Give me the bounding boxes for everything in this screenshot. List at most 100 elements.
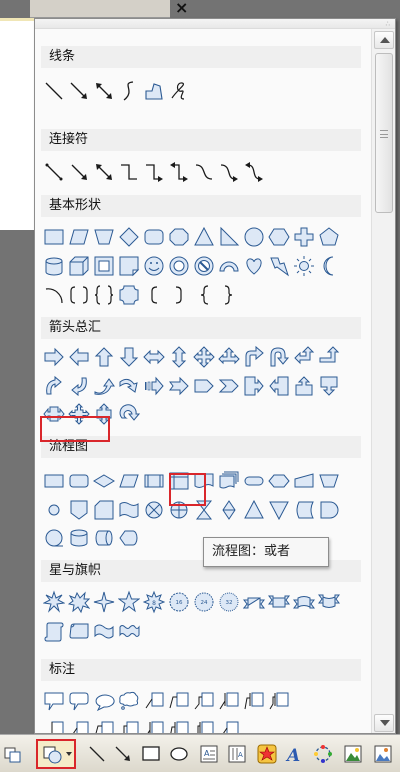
gallery-scrollbar[interactable]	[371, 29, 395, 733]
flowchart-direct-access-storage-icon[interactable]	[93, 526, 115, 550]
right-arrow-callout-shape-icon[interactable]	[243, 374, 265, 398]
border-callout-1-icon[interactable]	[143, 718, 165, 734]
left-arrow-callout-shape-icon[interactable]	[268, 374, 290, 398]
up-arrow-shape-icon[interactable]	[93, 345, 115, 369]
flowchart-data-icon[interactable]	[118, 469, 140, 493]
curved-up-arrow-shape-icon[interactable]	[93, 374, 115, 398]
flowchart-sort-icon[interactable]	[218, 498, 240, 522]
flowchart-manual-input-icon[interactable]	[293, 469, 315, 493]
24-point-star-shape-icon[interactable]: 24	[193, 590, 215, 614]
left-right-arrow-shape-icon[interactable]	[143, 345, 165, 369]
border-callout-3-icon[interactable]	[193, 718, 215, 734]
rounded-rectangular-callout-icon[interactable]	[68, 689, 90, 713]
diagram-icon[interactable]: A	[284, 743, 306, 765]
double-arrow-line-shape-icon[interactable]	[93, 79, 115, 103]
vertical-scroll-shape-icon[interactable]	[43, 619, 65, 643]
flowchart-sequential-access-storage-icon[interactable]	[43, 526, 65, 550]
clipart-icon[interactable]	[312, 743, 334, 765]
left-arrow-shape-icon[interactable]	[68, 345, 90, 369]
border-callout-2-icon[interactable]	[168, 718, 190, 734]
scroll-down-button[interactable]	[374, 714, 394, 732]
double-wave-shape-icon[interactable]	[118, 619, 140, 643]
circular-arrow-shape-icon[interactable]	[118, 402, 140, 426]
scroll-thumb[interactable]	[375, 53, 393, 213]
flowchart-connector-icon[interactable]	[43, 498, 65, 522]
line-callout-2-icon[interactable]	[168, 689, 190, 713]
32-point-star-shape-icon[interactable]: 32	[218, 590, 240, 614]
explosion-2-shape-icon[interactable]	[68, 590, 90, 614]
arrow-line-shape-icon[interactable]	[68, 79, 90, 103]
curved-arrow-connector-icon[interactable]	[218, 160, 240, 184]
flowchart-merge-icon[interactable]	[268, 498, 290, 522]
down-arrow-callout-shape-icon[interactable]	[318, 374, 340, 398]
lightning-bolt-shape-icon[interactable]	[268, 254, 290, 278]
heart-shape-icon[interactable]	[243, 254, 265, 278]
flowchart-stored-data-icon[interactable]	[293, 498, 315, 522]
line-callout-4-icon[interactable]	[218, 689, 240, 713]
bent-up-arrow-shape-icon[interactable]	[318, 345, 340, 369]
select-objects-icon[interactable]	[2, 743, 24, 765]
parallelogram-shape-icon[interactable]	[68, 225, 90, 249]
autoshapes-button[interactable]	[36, 739, 76, 769]
moon-shape-icon[interactable]	[318, 254, 340, 278]
line-callout-5-icon[interactable]	[243, 689, 265, 713]
flowchart-preparation-icon[interactable]	[268, 469, 290, 493]
bent-arrow-shape-icon[interactable]	[243, 345, 265, 369]
u-turn-arrow-shape-icon[interactable]	[268, 345, 290, 369]
diamond-shape-icon[interactable]	[118, 225, 140, 249]
textbox-icon[interactable]: A	[198, 743, 220, 765]
oval-callout-icon[interactable]	[93, 689, 115, 713]
elbow-double-arrow-connector-icon[interactable]	[168, 160, 190, 184]
curve-shape-icon[interactable]	[118, 79, 140, 103]
flowchart-process-icon[interactable]	[43, 469, 65, 493]
right-bracket-shape-icon[interactable]	[168, 283, 190, 307]
flowchart-predefined-process-icon[interactable]	[143, 469, 165, 493]
elbow-arrow-connector-icon[interactable]	[143, 160, 165, 184]
down-ribbon-shape-icon[interactable]	[268, 590, 290, 614]
wave-shape-icon[interactable]	[93, 619, 115, 643]
trapezoid-shape-icon[interactable]	[93, 225, 115, 249]
smiley-face-shape-icon[interactable]	[143, 254, 165, 278]
cloud-callout-icon[interactable]	[118, 689, 140, 713]
curved-right-arrow-shape-icon[interactable]	[43, 374, 65, 398]
curved-left-arrow-shape-icon[interactable]	[68, 374, 90, 398]
flowchart-manual-operation-icon[interactable]	[318, 469, 340, 493]
cube-shape-icon[interactable]	[68, 254, 90, 278]
left-brace-shape-icon[interactable]	[193, 283, 215, 307]
pentagon-shape-icon[interactable]	[318, 225, 340, 249]
up-ribbon-shape-icon[interactable]	[243, 590, 265, 614]
arrow-tool-icon[interactable]	[112, 743, 134, 765]
triangle-shape-icon[interactable]	[193, 225, 215, 249]
cross-shape-icon[interactable]	[293, 225, 315, 249]
flowchart-card-icon[interactable]	[93, 498, 115, 522]
no-symbol-shape-icon[interactable]	[193, 254, 215, 278]
left-bracket-shape-icon[interactable]	[143, 283, 165, 307]
accent-callout-4-icon[interactable]	[118, 718, 140, 734]
oval-tool-icon[interactable]	[168, 743, 190, 765]
16-point-star-shape-icon[interactable]: 16	[168, 590, 190, 614]
right-arrow-shape-icon[interactable]	[43, 345, 65, 369]
quad-arrow-shape-icon[interactable]	[193, 345, 215, 369]
curved-connector-icon[interactable]	[193, 160, 215, 184]
curved-up-ribbon-shape-icon[interactable]	[293, 590, 315, 614]
double-brace-shape-icon[interactable]	[93, 283, 115, 307]
flowchart-alternate-process-icon[interactable]	[68, 469, 90, 493]
oval-shape-icon[interactable]	[243, 225, 265, 249]
explosion-1-shape-icon[interactable]	[43, 590, 65, 614]
clipart-picture-icon[interactable]	[342, 743, 364, 765]
scroll-up-button[interactable]	[374, 31, 394, 49]
flowchart-terminator-icon[interactable]	[243, 469, 265, 493]
flowchart-display-icon[interactable]	[118, 526, 140, 550]
scribble-shape-icon[interactable]	[168, 79, 190, 103]
rectangular-callout-icon[interactable]	[43, 689, 65, 713]
line-callout-3-icon[interactable]	[193, 689, 215, 713]
straight-connector-icon[interactable]	[43, 160, 65, 184]
rectangle-tool-icon[interactable]	[140, 743, 162, 765]
plaque-shape-icon[interactable]	[118, 283, 140, 307]
double-arrow-connector-icon[interactable]	[93, 160, 115, 184]
horizontal-scroll-shape-icon[interactable]	[68, 619, 90, 643]
border-callout-4-icon[interactable]	[218, 718, 240, 734]
elbow-connector-icon[interactable]	[118, 160, 140, 184]
picture-icon[interactable]	[372, 743, 394, 765]
flowchart-multidocument-icon[interactable]	[218, 469, 240, 493]
